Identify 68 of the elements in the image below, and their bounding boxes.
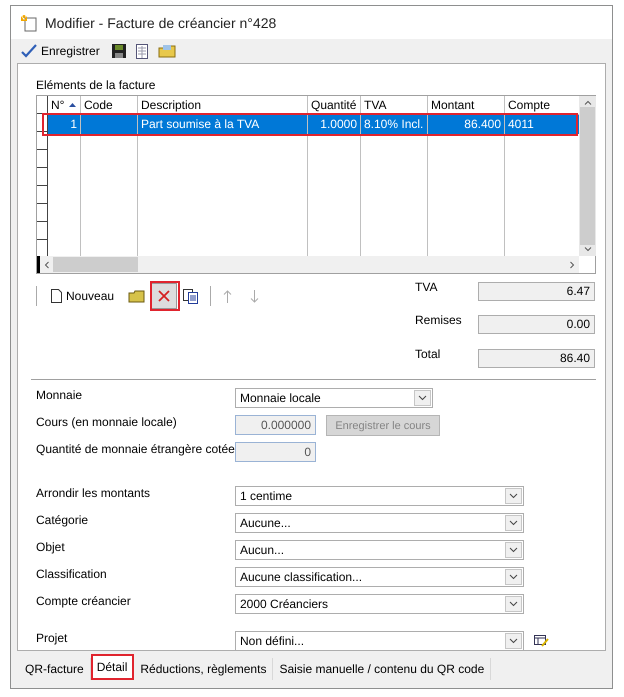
chevron-left-icon[interactable] — [44, 260, 49, 268]
dropdown-button[interactable] — [505, 488, 522, 504]
total-field: 6.47 — [478, 282, 595, 301]
dropdown-field[interactable]: Aucun... — [235, 540, 524, 560]
document-icon — [51, 289, 62, 303]
field-label: Quantité de monnaie étrangère cotée — [36, 442, 235, 456]
sort-arrow-icon — [69, 103, 76, 107]
dropdown-field[interactable]: 1 centime — [235, 486, 524, 506]
table-cell: Part soumise à la TVA — [138, 115, 307, 134]
dropdown-button[interactable] — [505, 515, 522, 531]
field-label: Catégorie — [36, 513, 90, 527]
chevron-down-icon — [509, 638, 518, 644]
total-label: Remises — [415, 312, 463, 330]
dropdown-button[interactable] — [505, 596, 522, 612]
chevron-down-icon — [509, 520, 518, 526]
cross-icon — [157, 289, 172, 303]
chevron-up-icon[interactable] — [584, 100, 592, 105]
window-title: Modifier - Facture de créancier n°428 — [45, 14, 276, 30]
row-selector[interactable] — [37, 96, 48, 256]
field-label: Compte créancier — [36, 594, 132, 608]
dropdown-field[interactable]: Aucune classification... — [235, 567, 524, 587]
rate-field[interactable]: 0.000000 — [235, 415, 316, 435]
dropdown-field[interactable]: Non défini... — [235, 631, 524, 651]
total-field: 0.00 — [478, 315, 595, 334]
section-title: Eléments de la facture — [36, 78, 156, 92]
scroll-thumb[interactable] — [580, 107, 595, 245]
field-label: Objet — [36, 540, 66, 554]
dropdown-button[interactable] — [414, 390, 431, 406]
dropdown-button[interactable] — [505, 542, 522, 558]
save-button[interactable]: Enregistrer — [19, 44, 102, 58]
chevron-right-icon[interactable] — [570, 260, 575, 268]
document-icon[interactable] — [136, 44, 148, 58]
dropdown-field[interactable]: Monnaie locale — [235, 388, 433, 408]
vertical-scrollbar[interactable] — [579, 96, 596, 256]
field-label: Cours (en monnaie locale) — [36, 415, 178, 429]
scroll-thumb[interactable] — [53, 257, 138, 272]
table-edit-icon[interactable] — [534, 635, 549, 647]
folder-icon[interactable] — [158, 44, 176, 58]
chevron-down-icon — [509, 547, 518, 553]
horizontal-scrollbar[interactable] — [37, 256, 579, 273]
app-icon — [19, 14, 37, 32]
copy-icon[interactable] — [183, 288, 198, 304]
total-label: TVA — [415, 279, 438, 296]
tab[interactable]: Détail — [90, 654, 134, 680]
new-button[interactable]: Nouveau — [49, 289, 116, 303]
table-cell: 86.400 — [428, 115, 504, 134]
table-cell: 1 — [48, 115, 80, 134]
checkmark-icon — [21, 44, 37, 58]
chevron-down-icon — [509, 601, 518, 607]
chevron-down-icon — [418, 395, 427, 401]
total-label: Total — [415, 346, 442, 363]
chevron-down-icon — [509, 574, 518, 580]
table-cell: 8.10% Incl. — [361, 115, 427, 134]
dropdown-field[interactable]: Aucune... — [235, 513, 524, 533]
dropdown-field[interactable]: 2000 Créanciers — [235, 594, 524, 614]
dropdown-button[interactable] — [505, 633, 522, 649]
field-label: Projet — [36, 631, 68, 645]
total-field: 86.40 — [478, 348, 595, 368]
field-label: Monnaie — [36, 388, 84, 402]
table-cell: 1.0000 — [308, 115, 360, 134]
table-cell: 4011 — [505, 115, 579, 134]
folder-icon[interactable] — [128, 289, 146, 303]
chevron-down-icon — [509, 493, 518, 499]
field-label: Arrondir les montants — [36, 486, 152, 500]
quantity-field[interactable]: 0 — [235, 442, 316, 462]
chevron-down-icon[interactable] — [584, 247, 592, 252]
field-label: Classification — [36, 567, 108, 581]
dropdown-button[interactable] — [505, 569, 522, 585]
